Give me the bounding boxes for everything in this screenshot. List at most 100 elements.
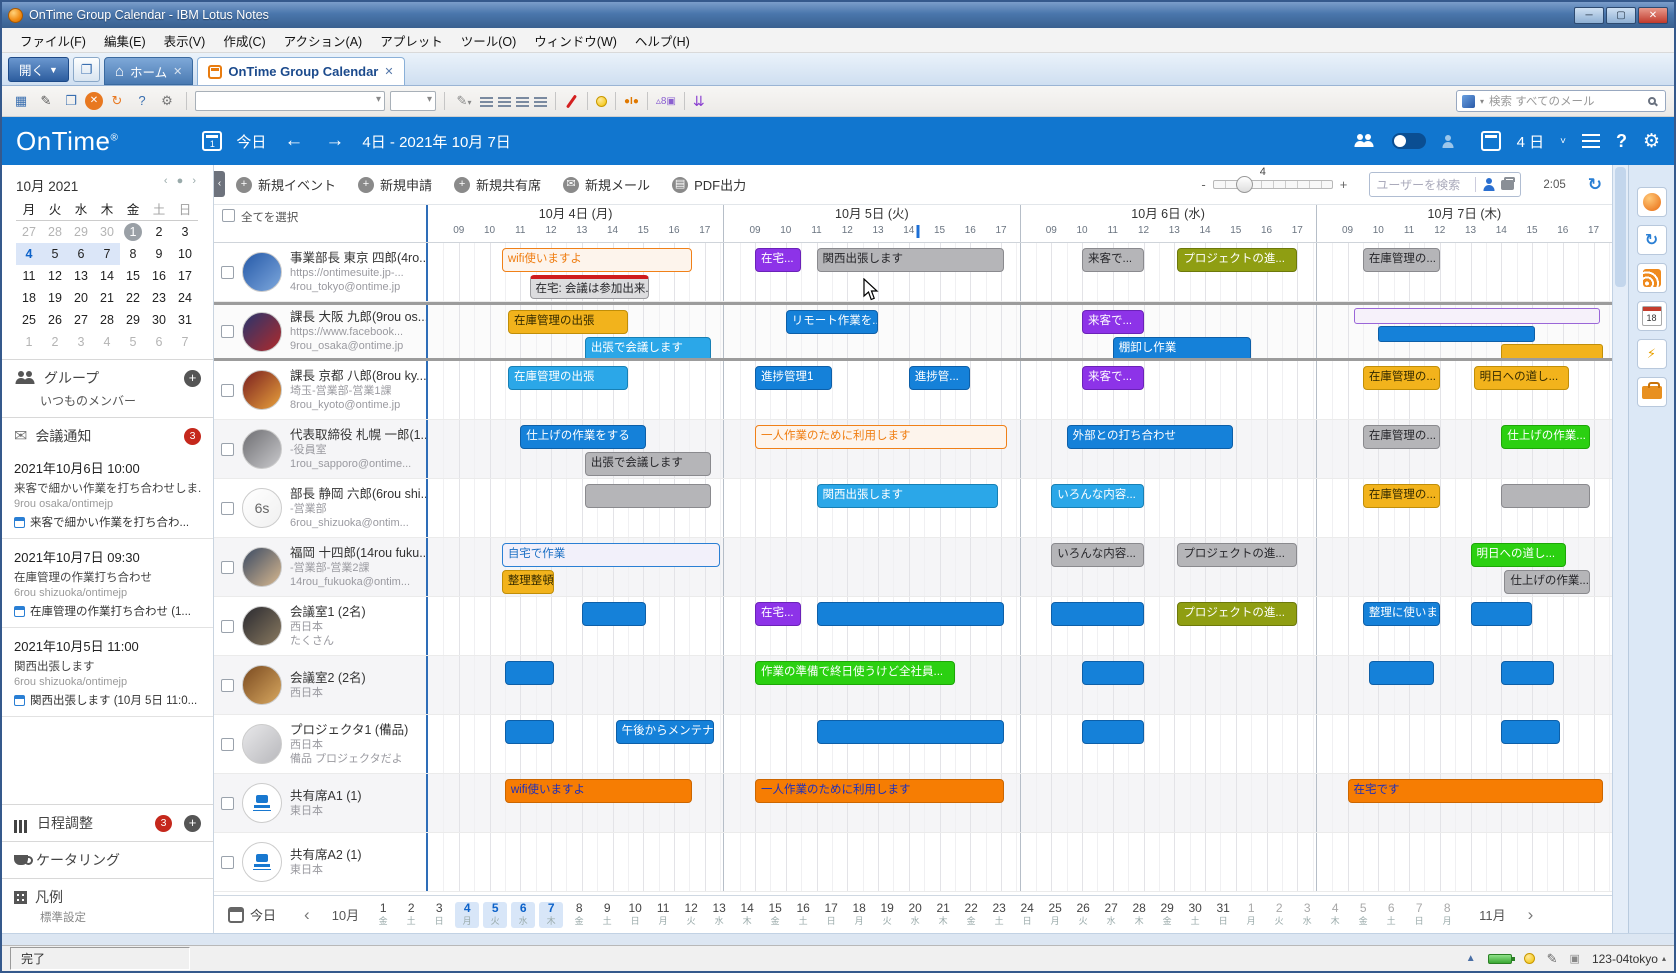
event-block[interactable]: 在宅... — [755, 602, 801, 626]
day-cell[interactable]: プロジェクトの進... — [1020, 597, 1316, 655]
group-view-icon[interactable] — [1354, 134, 1376, 148]
mini-cal-day[interactable]: 1 — [16, 331, 42, 353]
mini-cal-day[interactable]: 27 — [68, 309, 94, 331]
date-nav-day[interactable]: 17日 — [819, 902, 843, 928]
menu-item-5[interactable]: アプレット — [372, 29, 451, 52]
date-nav-day[interactable]: 8月 — [1435, 902, 1459, 928]
mini-cal-day[interactable]: 13 — [68, 265, 94, 287]
action-pdf-export-button[interactable]: ▤PDF出力 — [672, 175, 746, 194]
day-cell[interactable] — [426, 833, 723, 891]
mini-cal-day[interactable]: 4 — [16, 243, 42, 265]
settings-sliders-icon[interactable] — [1582, 134, 1600, 148]
tab-ontime[interactable]: OnTime Group Calendar✕ — [197, 57, 404, 85]
event-block[interactable]: リモート作業を... — [786, 310, 878, 334]
search-icon[interactable] — [1648, 97, 1656, 105]
day-cell[interactable] — [1020, 833, 1316, 891]
date-nav-day[interactable]: 22金 — [959, 902, 983, 928]
day-cell[interactable] — [1020, 774, 1316, 832]
day-cell[interactable] — [1316, 305, 1612, 358]
menu-item-3[interactable]: 作成(C) — [215, 29, 273, 52]
event-block[interactable] — [1378, 326, 1535, 342]
event-block[interactable] — [1082, 661, 1144, 685]
view-toggle[interactable] — [1392, 133, 1426, 149]
prev-chevron-icon[interactable]: ‹ — [294, 905, 320, 925]
event-block[interactable]: 在庫管理の... — [1363, 366, 1440, 390]
event-block[interactable]: 関西出張します — [817, 248, 1005, 272]
view-calendar-icon[interactable] — [1481, 131, 1501, 151]
user-cell[interactable]: プロジェクタ1 (備品)西日本備品 プロジェクタだよ — [214, 715, 426, 773]
show-hidden-icon[interactable]: ●I● — [624, 96, 639, 107]
event-block[interactable]: 一人作業のために利用します — [755, 425, 1007, 449]
mini-cal-day[interactable]: 24 — [172, 287, 198, 309]
menu-item-8[interactable]: ヘルプ(H) — [627, 29, 698, 52]
event-block[interactable]: 仕上げの作業をする — [520, 425, 646, 449]
day-cell[interactable]: 午後からメンテナ... — [426, 715, 723, 773]
date-nav-day[interactable]: 2火 — [1267, 902, 1291, 928]
event-block[interactable]: 明日への道し... — [1474, 366, 1569, 390]
next-month-label[interactable]: 11月 — [1479, 905, 1506, 924]
today-button[interactable]: 今日 — [236, 131, 266, 152]
user-cell[interactable]: 課長 京都 八郎(8rou ky...埼玉-営業部-営業1課8rou_kyoto… — [214, 361, 426, 419]
day-cell[interactable] — [1020, 715, 1316, 773]
add-group-icon[interactable]: + — [184, 370, 201, 387]
day-cell[interactable]: 来客で...プロジェクトの進... — [1020, 243, 1316, 301]
date-nav-day[interactable]: 7木 — [539, 902, 563, 928]
event-block[interactable]: プロジェクトの進... — [1177, 602, 1297, 626]
event-block[interactable]: 来客で... — [1082, 366, 1144, 390]
event-block[interactable] — [585, 484, 711, 508]
action-new-event-button[interactable]: +新規イベント — [236, 175, 336, 194]
refresh-icon[interactable]: ↻ — [1588, 175, 1602, 195]
maximize-button[interactable]: ▢ — [1606, 7, 1636, 24]
date-nav-day[interactable]: 20水 — [903, 902, 927, 928]
event-block[interactable] — [1501, 344, 1603, 358]
user-cell[interactable]: 共有席A1 (1)東日本 — [214, 774, 426, 832]
close-button[interactable]: ✕ — [1638, 7, 1668, 24]
date-nav-day[interactable]: 3日 — [427, 902, 451, 928]
row-checkbox[interactable] — [221, 502, 234, 515]
date-nav-day[interactable]: 4月 — [455, 902, 479, 928]
view-length[interactable]: 4 日 — [1517, 131, 1545, 152]
zoom-plus[interactable]: + — [1340, 177, 1348, 192]
event-block[interactable] — [817, 720, 1005, 744]
mini-cal-day[interactable]: 15 — [120, 265, 146, 287]
day-cell[interactable] — [723, 715, 1019, 773]
legend-item[interactable]: 凡例 標準設定 — [2, 879, 213, 933]
day-cell[interactable] — [723, 833, 1019, 891]
mini-cal-day[interactable]: 14 — [94, 265, 120, 287]
mini-cal-day[interactable]: 4 — [94, 331, 120, 353]
mini-cal-day[interactable]: 1 — [120, 221, 146, 243]
rename-icon[interactable]: ▵8▣ — [656, 96, 676, 107]
event-block[interactable]: 進捗管理1 — [755, 366, 832, 390]
menu-item-2[interactable]: 表示(V) — [156, 29, 214, 52]
today-button-bottom[interactable]: 今日 — [228, 905, 276, 924]
action-new-shared-seat-button[interactable]: +新規共有席 — [454, 175, 541, 194]
mini-cal-day[interactable]: 7 — [94, 243, 120, 265]
notice-link[interactable]: 在庫管理の作業打ち合わせ (1... — [14, 603, 201, 619]
mail-search-box[interactable]: ▾ 検索 すべてのメール — [1456, 90, 1666, 112]
vertical-scrollbar[interactable] — [1612, 165, 1628, 933]
menu-item-0[interactable]: ファイル(F) — [12, 29, 94, 52]
mini-cal-day[interactable]: 8 — [120, 243, 146, 265]
day-cell[interactable]: 在庫管理の...仕上げの作業... — [1316, 420, 1612, 478]
refresh-icon[interactable]: ↻ — [106, 91, 128, 112]
day-cell[interactable]: 来客で... — [1020, 361, 1316, 419]
tab-close-icon[interactable]: ✕ — [173, 65, 182, 78]
event-block[interactable]: 午後からメンテナ... — [616, 720, 714, 744]
replication-icon[interactable]: ↻ — [1637, 225, 1667, 255]
event-block[interactable]: 在庫管理の... — [1363, 484, 1440, 508]
mini-cal-day[interactable]: 29 — [68, 221, 94, 243]
person-filter-icon[interactable] — [1482, 178, 1495, 191]
date-nav-day[interactable]: 25月 — [1043, 902, 1067, 928]
event-block[interactable] — [817, 602, 1005, 626]
date-nav-day[interactable]: 15金 — [763, 902, 787, 928]
mini-cal-day[interactable]: 23 — [146, 287, 172, 309]
style-combobox[interactable] — [195, 91, 385, 111]
zoom-slider[interactable]: 4 — [1213, 180, 1333, 189]
cancel-icon[interactable]: ✕ — [85, 92, 103, 110]
mini-cal-day[interactable]: 2 — [146, 221, 172, 243]
day-cell[interactable] — [1020, 656, 1316, 714]
mini-cal-day[interactable]: 9 — [146, 243, 172, 265]
date-nav-day[interactable]: 5火 — [483, 902, 507, 928]
day-cell[interactable]: 進捗管理1進捗管... — [723, 361, 1019, 419]
view-chevron-icon[interactable]: ˅ — [1560, 136, 1566, 147]
